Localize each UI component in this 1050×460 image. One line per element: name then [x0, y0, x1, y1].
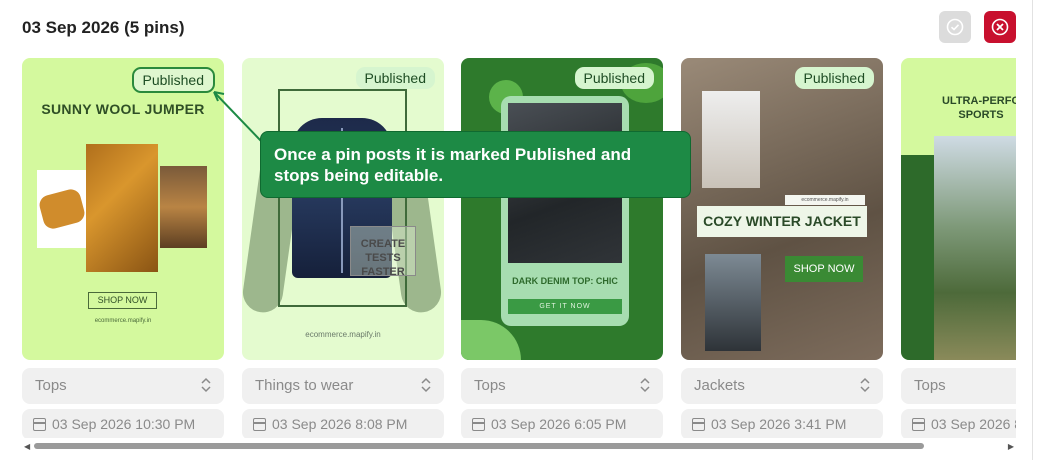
pin-card[interactable]: Published CREATE TESTS FASTER ecommerce.… [242, 58, 444, 360]
pin-image-title: COZY WINTER JACKET [697, 206, 867, 237]
calendar-icon [692, 418, 705, 431]
decor-shape [461, 320, 521, 360]
scroll-left-icon[interactable]: ◀ [24, 442, 30, 451]
category-select[interactable]: Jackets [681, 368, 883, 404]
calendar-icon [912, 418, 925, 431]
category-select[interactable]: Things to wear [242, 368, 444, 404]
pin-card[interactable]: Published ecommerce.mapify.in COZY WINTE… [681, 58, 883, 360]
pin-image-title: DARK DENIM TOP: CHIC [512, 276, 618, 286]
published-badge: Published [574, 67, 654, 89]
horizontal-scrollbar[interactable]: ◀ ▶ [22, 441, 1016, 451]
pin-image-site: ecommerce.mapify.in [785, 195, 865, 205]
category-value: Things to wear [255, 377, 354, 394]
published-badge: Published [355, 67, 435, 89]
pin-image-site: ecommerce.mapify.in [94, 318, 152, 324]
category-select[interactable]: Tops [901, 368, 1016, 404]
schedule-datetime[interactable]: 03 Sep 2026 8:08 PM [242, 409, 444, 438]
pin-image-cta: SHOP NOW [88, 292, 157, 309]
pin-photo [705, 254, 761, 351]
schedule-datetime[interactable]: 03 Sep 2026 10:30 PM [22, 409, 224, 438]
category-value: Jackets [694, 377, 745, 394]
pin-photo [934, 136, 1016, 360]
pin-photo [86, 144, 158, 272]
chevron-updown-icon [640, 377, 650, 393]
page-title: 03 Sep 2026 (5 pins) [22, 18, 185, 37]
scroll-right-icon[interactable]: ▶ [1008, 442, 1014, 451]
pin-photo [37, 170, 89, 248]
published-badge: Published [794, 67, 874, 89]
pin-photo [702, 91, 760, 188]
onboarding-tooltip: Once a pin posts it is marked Published … [260, 131, 691, 198]
pin-image-title-text: ULTRA-PERFO SPORTS [941, 95, 1016, 121]
pin-day-panel: 03 Sep 2026 (5 pins) Published SUNNY WOO… [0, 0, 1033, 460]
category-value: Tops [914, 377, 946, 394]
schedule-datetime[interactable]: 03 Sep 2026 6:05 PM [461, 409, 663, 438]
pin-image-site: ecommerce.mapify.in [305, 330, 381, 339]
pin-image-title: SUNNY WOOL JUMPER [41, 101, 205, 117]
category-select[interactable]: Tops [22, 368, 224, 404]
category-value: Tops [35, 377, 67, 394]
calendar-icon [33, 418, 46, 431]
calendar-icon [472, 418, 485, 431]
pin-photo [160, 166, 207, 248]
pin-card[interactable]: Published SUNNY WOOL JUMPER SHOP NOW eco… [22, 58, 224, 360]
pin-image-title: ULTRA-PERFO SPORTS [931, 94, 1016, 122]
schedule-datetime[interactable]: 03 Sep 2026 8:0 [901, 409, 1016, 438]
datetime-value: 03 Sep 2026 6:05 PM [491, 416, 627, 432]
datetime-value: 03 Sep 2026 8:0 [931, 416, 1016, 432]
chevron-updown-icon [421, 377, 431, 393]
approve-button[interactable] [939, 11, 971, 43]
pin-strip: Published SUNNY WOOL JUMPER SHOP NOW eco… [22, 58, 1016, 438]
pin-image-overlay-text: CREATE TESTS FASTER [350, 226, 416, 278]
chevron-updown-icon [201, 377, 211, 393]
pin-card[interactable]: ULTRA-PERFO SPORTS [901, 58, 1016, 360]
calendar-icon [253, 418, 266, 431]
category-value: Tops [474, 377, 506, 394]
scroll-thumb[interactable] [34, 443, 924, 449]
check-circle-icon [946, 18, 964, 36]
pin-card[interactable]: Published DARK DENIM TOP: CHIC GET IT NO… [461, 58, 663, 360]
datetime-value: 03 Sep 2026 10:30 PM [52, 416, 196, 432]
datetime-value: 03 Sep 2026 8:08 PM [272, 416, 408, 432]
category-select[interactable]: Tops [461, 368, 663, 404]
schedule-datetime[interactable]: 03 Sep 2026 3:41 PM [681, 409, 883, 438]
close-button[interactable] [984, 11, 1016, 43]
pin-image-cta: SHOP NOW [785, 256, 863, 282]
close-circle-icon [991, 18, 1009, 36]
pin-image-cta: GET IT NOW [508, 299, 622, 314]
published-badge: Published [131, 67, 215, 93]
datetime-value: 03 Sep 2026 3:41 PM [711, 416, 847, 432]
chevron-updown-icon [860, 377, 870, 393]
